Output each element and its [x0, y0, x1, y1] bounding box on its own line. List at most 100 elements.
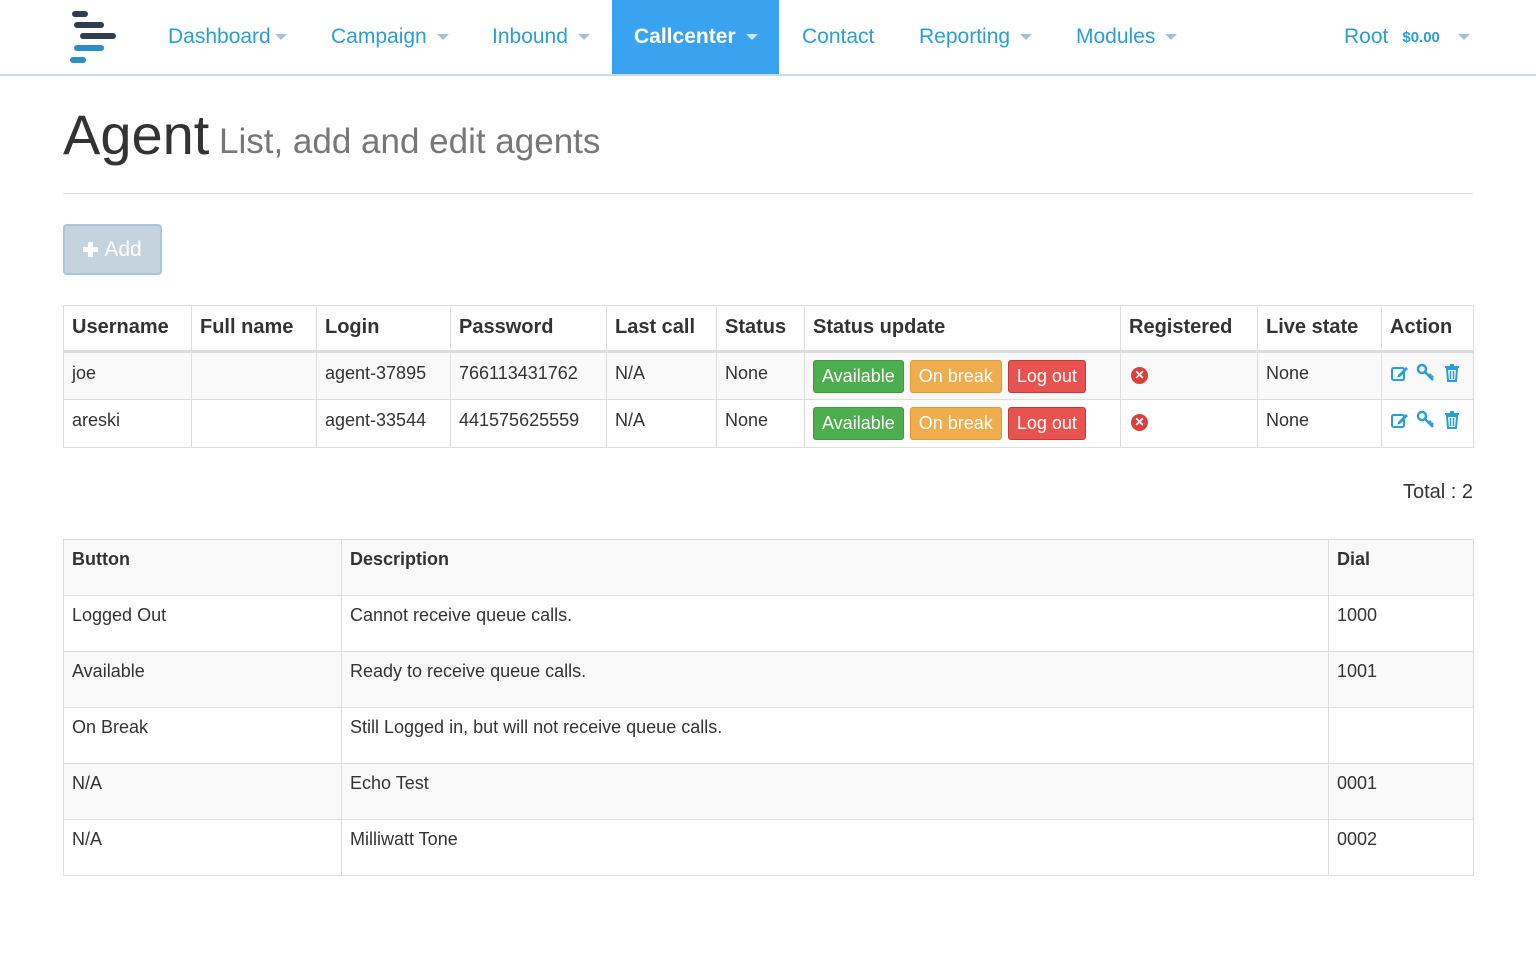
cell-live-state: None [1257, 399, 1382, 448]
table-row: N/A Milliwatt Tone 0002 [63, 819, 1474, 876]
nav-dashboard[interactable]: Dashboard [168, 0, 287, 74]
cell-password: 766113431762 [450, 351, 607, 400]
top-navbar: Dashboard Campaign Inbound Callcenter Co… [0, 0, 1536, 76]
caret-down-icon [745, 34, 758, 40]
caret-down-icon [274, 34, 287, 40]
cell-login: agent-37895 [316, 351, 451, 400]
column-header[interactable]: Username [63, 305, 192, 353]
set-available-button[interactable]: Available [813, 407, 904, 440]
caret-down-icon [1020, 34, 1033, 40]
table-row: Available Ready to receive queue calls. … [63, 651, 1474, 708]
page-title: Agent [63, 103, 210, 166]
column-header: Status update [804, 305, 1121, 353]
cell-button: N/A [63, 819, 342, 876]
cell-username: joe [63, 351, 192, 400]
add-button-label: Add [104, 237, 142, 261]
set-on-break-button[interactable]: On break [909, 360, 1002, 393]
add-agent-button[interactable]: Add [63, 224, 162, 275]
column-header[interactable]: Status [716, 305, 805, 353]
cell-login: agent-33544 [316, 399, 451, 448]
nav-campaign[interactable]: Campaign [331, 0, 449, 74]
cell-action [1381, 399, 1474, 448]
cell-description: Ready to receive queue calls. [341, 651, 1329, 708]
caret-down-icon [577, 34, 590, 40]
cell-description: Cannot receive queue calls. [341, 595, 1329, 652]
set-on-break-button[interactable]: On break [909, 407, 1002, 440]
cell-dial: 0001 [1328, 763, 1474, 820]
column-header[interactable]: Registered [1120, 305, 1258, 353]
user-name: Root [1344, 25, 1389, 48]
log-out-button[interactable]: Log out [1007, 407, 1086, 440]
nav-inbound[interactable]: Inbound [492, 0, 590, 74]
key-icon[interactable] [1416, 410, 1436, 430]
column-header: Dial [1328, 539, 1474, 596]
page-subtitle: List, add and edit agents [219, 122, 601, 161]
nav-user-menu[interactable]: Root $0.00 [1344, 0, 1470, 74]
total-count: Total : 2 [1402, 481, 1473, 503]
cell-description: Still Logged in, but will not receive qu… [341, 707, 1329, 764]
cell-status-update: Available On break Log out [804, 351, 1121, 400]
cell-status-update: Available On break Log out [804, 399, 1121, 448]
cell-full-name [191, 399, 317, 448]
account-balance: $0.00 [1402, 28, 1440, 46]
edit-icon[interactable] [1390, 410, 1410, 430]
edit-icon[interactable] [1390, 363, 1410, 383]
column-header: Button [63, 539, 342, 596]
nav-label: Inbound [492, 25, 568, 48]
nav-label: Modules [1076, 25, 1156, 48]
caret-down-icon [1165, 34, 1178, 40]
table-row: Logged Out Cannot receive queue calls. 1… [63, 595, 1474, 652]
cell-description: Echo Test [341, 763, 1329, 820]
key-icon[interactable] [1416, 363, 1436, 383]
nav-callcenter[interactable]: Callcenter [612, 0, 779, 74]
column-header[interactable]: Live state [1257, 305, 1382, 353]
table-header-row: Username Full name Login Password Last c… [63, 305, 1474, 353]
cell-dial: 1001 [1328, 651, 1474, 708]
nav-label: Reporting [919, 25, 1011, 48]
cell-registered: ✕ [1120, 351, 1258, 400]
nav-label: Campaign [331, 25, 427, 48]
cell-dial [1328, 707, 1474, 764]
cell-button: Logged Out [63, 595, 342, 652]
column-header[interactable]: Last call [606, 305, 717, 353]
cell-username: areski [63, 399, 192, 448]
agents-table: Username Full name Login Password Last c… [63, 305, 1474, 448]
caret-down-icon [1457, 34, 1470, 40]
nav-modules[interactable]: Modules [1076, 0, 1178, 74]
cell-live-state: None [1257, 351, 1382, 400]
cell-button: Available [63, 651, 342, 708]
table-row: areski agent-33544 441575625559 N/A None… [63, 399, 1474, 448]
status-legend-table: Button Description Dial Logged Out Canno… [63, 539, 1474, 876]
cell-last-call: N/A [606, 351, 717, 400]
column-header: Description [341, 539, 1329, 596]
column-header[interactable]: Password [450, 305, 607, 353]
table-header-row: Button Description Dial [63, 539, 1474, 596]
nav-label: Contact [802, 25, 875, 48]
times-circle-icon: ✕ [1131, 367, 1148, 384]
brand-logo[interactable] [68, 9, 120, 67]
cell-status: None [716, 399, 805, 448]
trash-icon[interactable] [1442, 410, 1462, 430]
cell-button: On Break [63, 707, 342, 764]
page-header: Agent List, add and edit agents [63, 100, 1473, 194]
trash-icon[interactable] [1442, 363, 1462, 383]
set-available-button[interactable]: Available [813, 360, 904, 393]
cell-dial: 0002 [1328, 819, 1474, 876]
table-row: N/A Echo Test 0001 [63, 763, 1474, 820]
column-header[interactable]: Full name [191, 305, 317, 353]
times-circle-icon: ✕ [1131, 414, 1148, 431]
caret-down-icon [436, 34, 449, 40]
table-row: On Break Still Logged in, but will not r… [63, 707, 1474, 764]
cell-button: N/A [63, 763, 342, 820]
log-out-button[interactable]: Log out [1007, 360, 1086, 393]
nav-reporting[interactable]: Reporting [919, 0, 1033, 74]
cell-password: 441575625559 [450, 399, 607, 448]
column-header[interactable]: Login [316, 305, 451, 353]
cell-description: Milliwatt Tone [341, 819, 1329, 876]
plus-icon [83, 242, 99, 257]
cell-full-name [191, 351, 317, 400]
cell-last-call: N/A [606, 399, 717, 448]
cell-dial: 1000 [1328, 595, 1474, 652]
nav-contact[interactable]: Contact [802, 0, 874, 74]
cell-registered: ✕ [1120, 399, 1258, 448]
